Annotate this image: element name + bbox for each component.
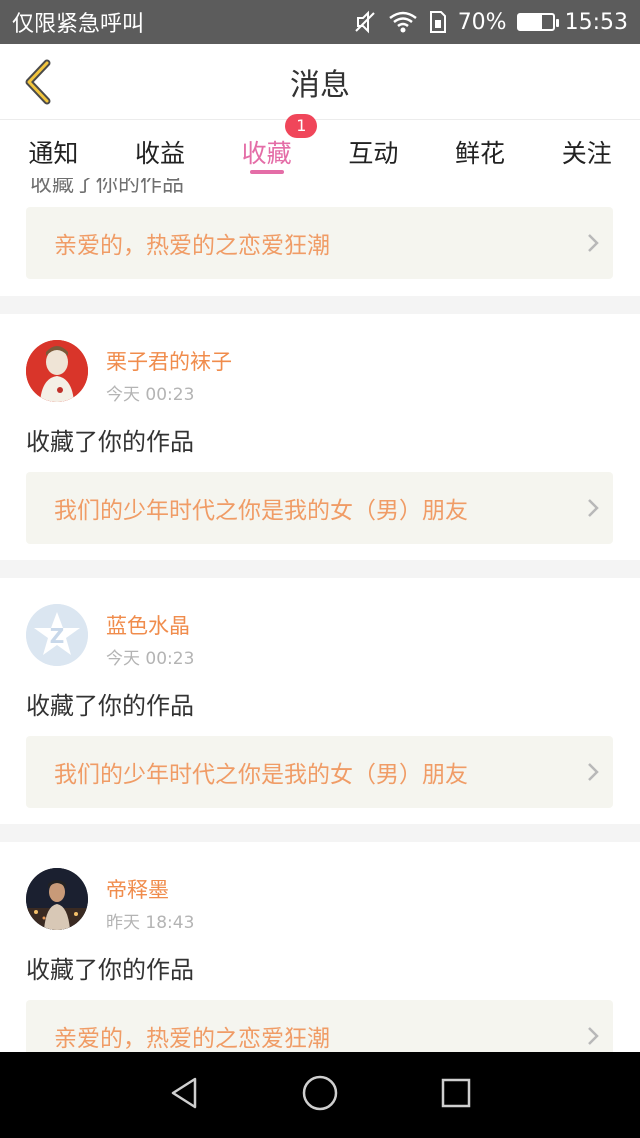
tab-label: 收益 [135, 139, 186, 168]
tab-follows[interactable]: 关注 [533, 120, 640, 178]
timestamp: 今天 00:23 [106, 385, 195, 405]
user-name[interactable]: 栗子君的袜子 [106, 346, 232, 376]
unread-badge: 1 [285, 114, 318, 138]
battery-percent: 70% [457, 9, 507, 35]
user-row[interactable]: 帝释墨 昨天 18:43 [26, 868, 194, 933]
tab-interactions[interactable]: 互动 [320, 120, 427, 178]
work-title: 我们的少年时代之你是我的女（男）朋友 [54, 762, 468, 788]
user-info: 帝释墨 昨天 18:43 [106, 868, 194, 933]
timestamp: 今天 00:23 [106, 649, 195, 669]
user-name[interactable]: 蓝色水晶 [106, 610, 194, 640]
work-link[interactable]: 亲爱的，热爱的之恋爱狂潮 [26, 1000, 613, 1052]
user-name[interactable]: 帝释墨 [106, 874, 194, 904]
action-text: 收藏了你的作品 [30, 178, 185, 197]
list-item: Z 蓝色水晶 今天 00:23 收藏了你的作品 我们的少年时代之你是我的女（男）… [0, 578, 640, 824]
page-title: 消息 [290, 67, 350, 103]
back-triangle-icon[interactable] [167, 1075, 201, 1115]
chevron-left-icon [25, 59, 51, 105]
favorites-feed[interactable]: 收藏了你的作品 亲爱的，热爱的之恋爱狂潮 栗子君的袜子 今天 00:23 收藏了… [0, 178, 640, 1052]
chevron-right-icon [573, 1025, 613, 1047]
tab-label: 鲜花 [455, 139, 506, 168]
work-link[interactable]: 亲爱的，热爱的之恋爱狂潮 [26, 207, 613, 279]
action-text: 收藏了你的作品 [26, 428, 194, 456]
list-item: 收藏了你的作品 亲爱的，热爱的之恋爱狂潮 [0, 178, 640, 296]
tab-label: 通知 [28, 139, 79, 168]
sim-icon [428, 10, 448, 34]
avatar[interactable]: Z [26, 604, 88, 666]
avatar[interactable] [26, 868, 88, 930]
chevron-right-icon [573, 232, 613, 254]
recents-square-icon[interactable] [439, 1076, 473, 1114]
tab-notifications[interactable]: 通知 [0, 120, 107, 178]
work-title: 亲爱的，热爱的之恋爱狂潮 [54, 1026, 330, 1052]
tab-flowers[interactable]: 鲜花 [427, 120, 534, 178]
tab-label: 互动 [348, 139, 399, 168]
home-circle-icon[interactable] [301, 1074, 339, 1116]
battery-icon [516, 13, 559, 31]
user-info: 蓝色水晶 今天 00:23 [106, 604, 194, 669]
status-bar: 仅限紧急呼叫 70% 15:53 [0, 0, 640, 44]
work-link[interactable]: 我们的少年时代之你是我的女（男）朋友 [26, 736, 613, 808]
action-text: 收藏了你的作品 [26, 956, 194, 984]
back-button[interactable] [14, 56, 62, 108]
carrier-text: 仅限紧急呼叫 [12, 12, 145, 37]
mute-icon [352, 9, 378, 35]
work-link[interactable]: 我们的少年时代之你是我的女（男）朋友 [26, 472, 613, 544]
work-title: 亲爱的，热爱的之恋爱狂潮 [54, 233, 330, 259]
work-title: 我们的少年时代之你是我的女（男）朋友 [54, 498, 468, 524]
action-text: 收藏了你的作品 [26, 692, 194, 720]
battery-level [518, 15, 543, 29]
tab-earnings[interactable]: 收益 [107, 120, 214, 178]
list-item: 栗子君的袜子 今天 00:23 收藏了你的作品 我们的少年时代之你是我的女（男）… [0, 314, 640, 560]
tab-bar: 通知 收益 收藏 1 互动 鲜花 关注 [0, 114, 640, 178]
user-row[interactable]: Z 蓝色水晶 今天 00:23 [26, 604, 194, 669]
wifi-icon [388, 10, 418, 34]
tab-label: 收藏 [241, 139, 292, 168]
status-icons: 70% 15:53 [352, 9, 628, 35]
active-tab-indicator [249, 170, 284, 174]
system-navigation-bar [0, 1052, 640, 1138]
avatar[interactable] [26, 340, 88, 402]
svg-text:Z: Z [50, 624, 65, 648]
timestamp: 昨天 18:43 [106, 913, 195, 933]
clock: 15:53 [564, 9, 628, 35]
chevron-right-icon [573, 497, 613, 519]
tab-label: 关注 [561, 139, 612, 168]
user-info: 栗子君的袜子 今天 00:23 [106, 340, 232, 405]
header: 消息 [0, 44, 640, 120]
list-item: 帝释墨 昨天 18:43 收藏了你的作品 亲爱的，热爱的之恋爱狂潮 [0, 842, 640, 1052]
tab-favorites[interactable]: 收藏 1 [213, 114, 320, 178]
chevron-right-icon [573, 761, 613, 783]
user-row[interactable]: 栗子君的袜子 今天 00:23 [26, 340, 232, 405]
